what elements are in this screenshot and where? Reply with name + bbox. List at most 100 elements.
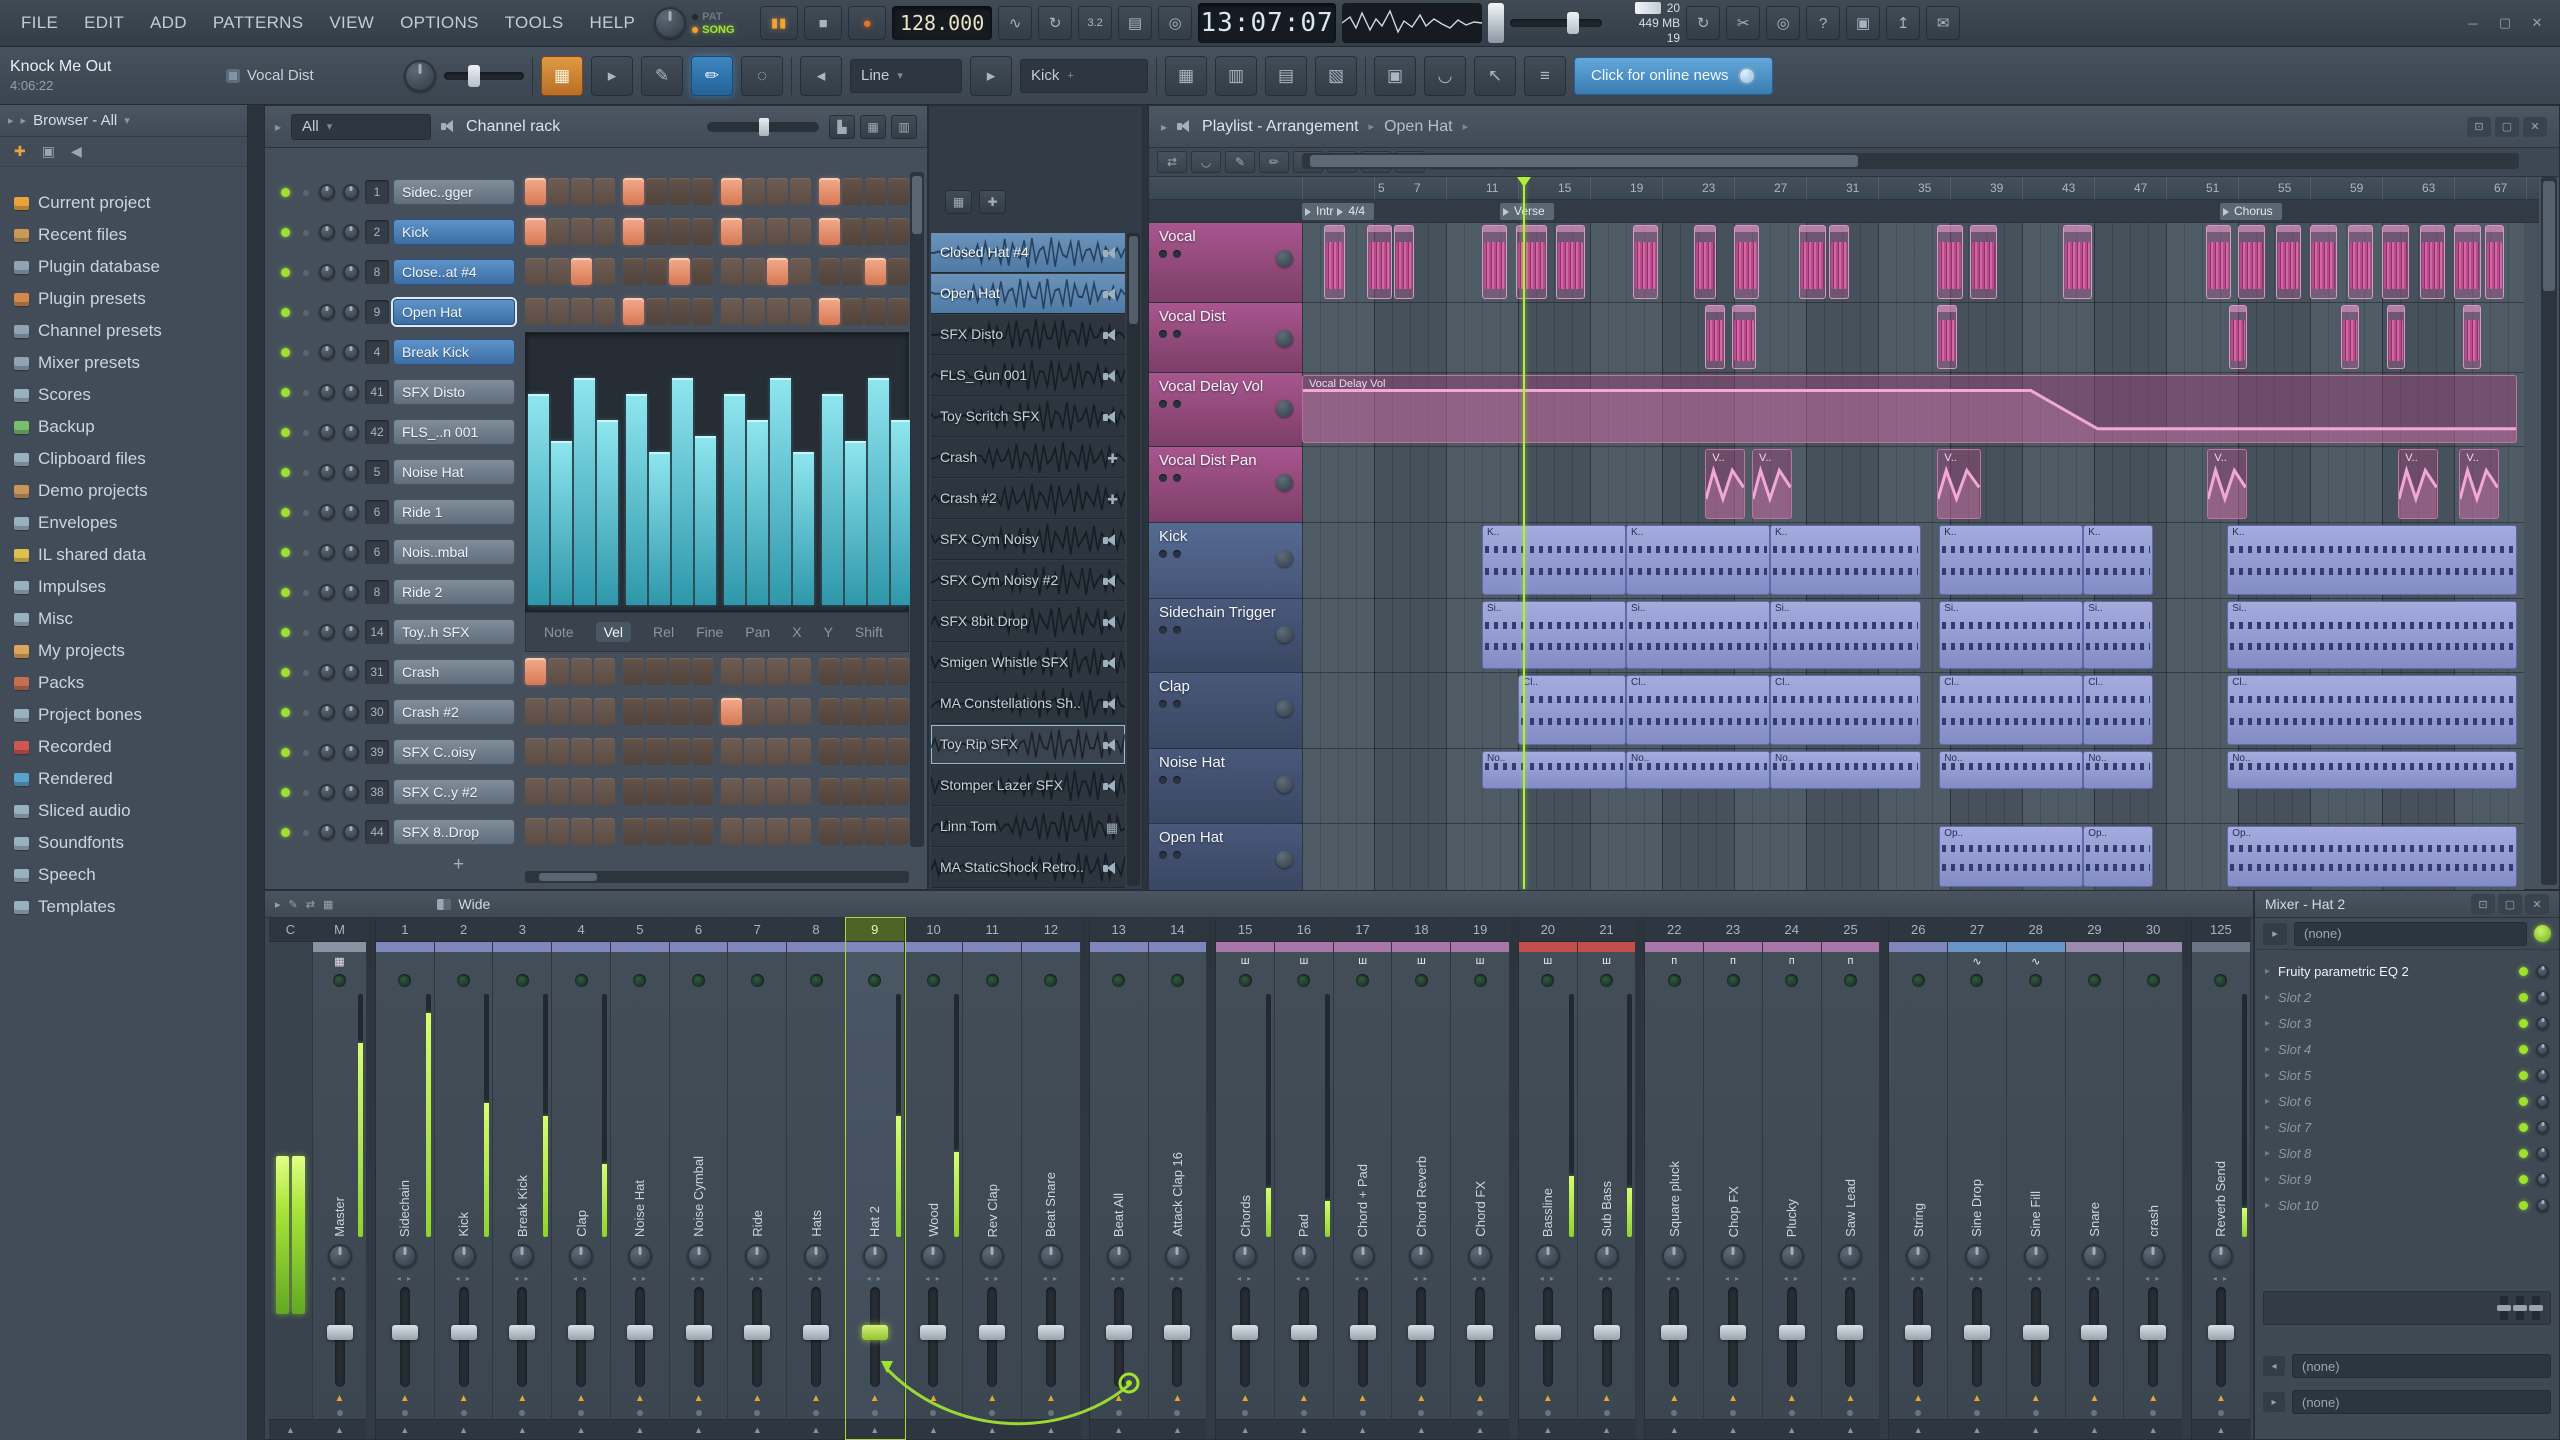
step-cell[interactable] [594, 698, 615, 725]
strip-pan-knob[interactable] [2023, 1244, 2048, 1268]
snap-prev-button[interactable]: ◂ [800, 55, 842, 96]
route-arrow-icon[interactable]: ▲ [2007, 1389, 2065, 1407]
channel-volume-knob[interactable] [343, 744, 359, 760]
strip-fader[interactable] [1763, 1287, 1821, 1387]
picker-item-smigen-whistle-sfx[interactable]: Smigen Whistle SFX [931, 643, 1125, 683]
mixer-strip-chord-fx[interactable]: 19 ш Chord FX ◂ ▸ ▲ ▲ [1451, 918, 1510, 1439]
move-icon[interactable]: ✚ [1107, 451, 1118, 467]
mixer-strip-break-kick[interactable]: 3 Break Kick ◂ ▸ ▲ ▲ [493, 918, 553, 1439]
send-fader[interactable] [2513, 1296, 2527, 1320]
step-cell[interactable] [865, 658, 886, 685]
step-cell[interactable] [842, 738, 863, 765]
channel-number[interactable]: 14 [365, 620, 389, 644]
detach-button[interactable]: ⊡ [2467, 116, 2491, 137]
velocity-bar[interactable] [770, 377, 791, 605]
step-cell[interactable] [623, 698, 644, 725]
loop-record-button[interactable]: ↻ [1038, 6, 1073, 40]
step-cell[interactable] [623, 298, 644, 325]
step-cell[interactable] [525, 658, 546, 685]
graph-tab-vel[interactable]: Vel [595, 622, 632, 642]
track-led[interactable] [1159, 550, 1167, 558]
playlist-track-clap[interactable]: Clap [1149, 673, 1302, 749]
audio-clip[interactable] [1366, 225, 1392, 299]
route-arrow-icon[interactable]: ▲ [1519, 1389, 1577, 1407]
slot-mix-knob[interactable] [2536, 990, 2549, 1004]
strip-mute-led[interactable] [435, 970, 493, 990]
mixer-strip-master[interactable]: M ▦ Master ◂ ▸ ▲ ▲ [313, 918, 367, 1439]
picker-grid-button[interactable]: ▦ [945, 190, 972, 214]
picker-item-fls-gun-001[interactable]: FLS_Gun 001 [931, 356, 1125, 396]
strip-fader[interactable] [1519, 1287, 1577, 1387]
track-lock-dot[interactable] [1173, 474, 1181, 482]
pattern-clip[interactable]: Cl.. [1770, 675, 1922, 745]
strip-fader[interactable] [670, 1287, 728, 1387]
strip-fader[interactable] [1022, 1287, 1080, 1387]
automation-clip[interactable]: Vocal Delay Vol [1302, 375, 2517, 443]
mixer-strip-hat-2[interactable]: 9 Hat 2 ◂ ▸ ▲ ▲ [844, 917, 906, 1440]
strip-fader[interactable] [611, 1287, 669, 1387]
fader-handle[interactable] [920, 1325, 947, 1340]
strip-fader[interactable] [493, 1287, 551, 1387]
strip-pan-knob[interactable] [1038, 1244, 1063, 1268]
strip-number[interactable]: 26 [1889, 918, 1948, 942]
browser-item-backup[interactable]: Backup [0, 411, 247, 443]
step-cell[interactable] [594, 218, 615, 245]
channel-pan-knob[interactable] [319, 224, 335, 240]
minimize-button[interactable]: ─ [2458, 11, 2488, 35]
strip-pan-knob[interactable] [627, 1244, 652, 1268]
browser-item-plugin-database[interactable]: Plugin database [0, 251, 247, 283]
route-arrow-icon[interactable]: ▲ [1392, 1389, 1450, 1407]
audio-clip[interactable] [1937, 305, 1958, 369]
step-cell[interactable] [865, 738, 886, 765]
route-arrow-icon[interactable]: ▲ [1090, 1389, 1148, 1407]
channel-enable-led[interactable] [281, 228, 290, 237]
playlist-track-vocal-dist[interactable]: Vocal Dist [1149, 303, 1302, 373]
channel-volume-knob[interactable] [343, 384, 359, 400]
menu-add[interactable]: ADD [137, 13, 200, 33]
browser-item-plugin-presets[interactable]: Plugin presets [0, 283, 247, 315]
track-led[interactable] [1159, 250, 1167, 258]
pattern-clip[interactable]: Cl.. [2227, 675, 2517, 745]
channel-volume-knob[interactable] [343, 624, 359, 640]
strip-fader[interactable] [2192, 1287, 2250, 1387]
strip-mute-led[interactable] [1022, 970, 1080, 990]
target-channel-selector[interactable]: Kick + [1020, 58, 1148, 93]
channel-volume-knob[interactable] [343, 584, 359, 600]
strip-mute-led[interactable] [1948, 970, 2006, 990]
step-cell[interactable] [646, 698, 667, 725]
route-arrow-icon[interactable]: ▲ [1216, 1389, 1274, 1407]
slot-mix-knob[interactable] [2536, 1146, 2549, 1160]
step-cell[interactable] [767, 658, 788, 685]
step-cell[interactable] [842, 818, 863, 845]
add-button[interactable]: ✚ [14, 143, 26, 160]
strip-fader[interactable] [313, 1287, 366, 1387]
pattern-clip[interactable]: Cl.. [1518, 675, 1626, 745]
velocity-bar[interactable] [695, 436, 716, 605]
channel-enable-led[interactable] [281, 188, 290, 197]
route-arrow-icon[interactable]: ▲ [963, 1389, 1021, 1407]
step-cell[interactable] [646, 178, 667, 205]
audio-clip[interactable] [1732, 305, 1756, 369]
mixer-link-icon[interactable]: ⇄ [306, 898, 315, 911]
step-cell[interactable] [865, 818, 886, 845]
channel-button-fls-n-001[interactable]: FLS_..n 001 [393, 419, 515, 445]
step-cell[interactable] [548, 298, 569, 325]
step-cell[interactable] [623, 658, 644, 685]
audio-clip[interactable] [2463, 305, 2481, 369]
fader-handle[interactable] [803, 1325, 829, 1340]
picker-add-button[interactable]: ✚ [979, 190, 1006, 214]
browser-item-packs[interactable]: Packs [0, 667, 247, 699]
strip-fader[interactable] [963, 1287, 1021, 1387]
step-cell[interactable] [819, 298, 840, 325]
channel-number[interactable]: 41 [365, 380, 389, 404]
channel-mute-dot[interactable] [303, 310, 309, 316]
track-volume-knob[interactable] [1276, 330, 1293, 347]
velocity-bar[interactable] [724, 393, 745, 605]
route-arrow-icon[interactable]: ▲ [1022, 1389, 1080, 1407]
step-cell[interactable] [669, 178, 690, 205]
route-arrow-icon[interactable]: ▲ [2192, 1389, 2250, 1407]
mixer-strip-crash[interactable]: 30 crash ◂ ▸ ▲ ▲ [2124, 918, 2184, 1439]
menu-tools[interactable]: TOOLS [492, 13, 577, 33]
track-lock-dot[interactable] [1173, 626, 1181, 634]
snap-selector[interactable]: Line ▾ [850, 58, 962, 93]
